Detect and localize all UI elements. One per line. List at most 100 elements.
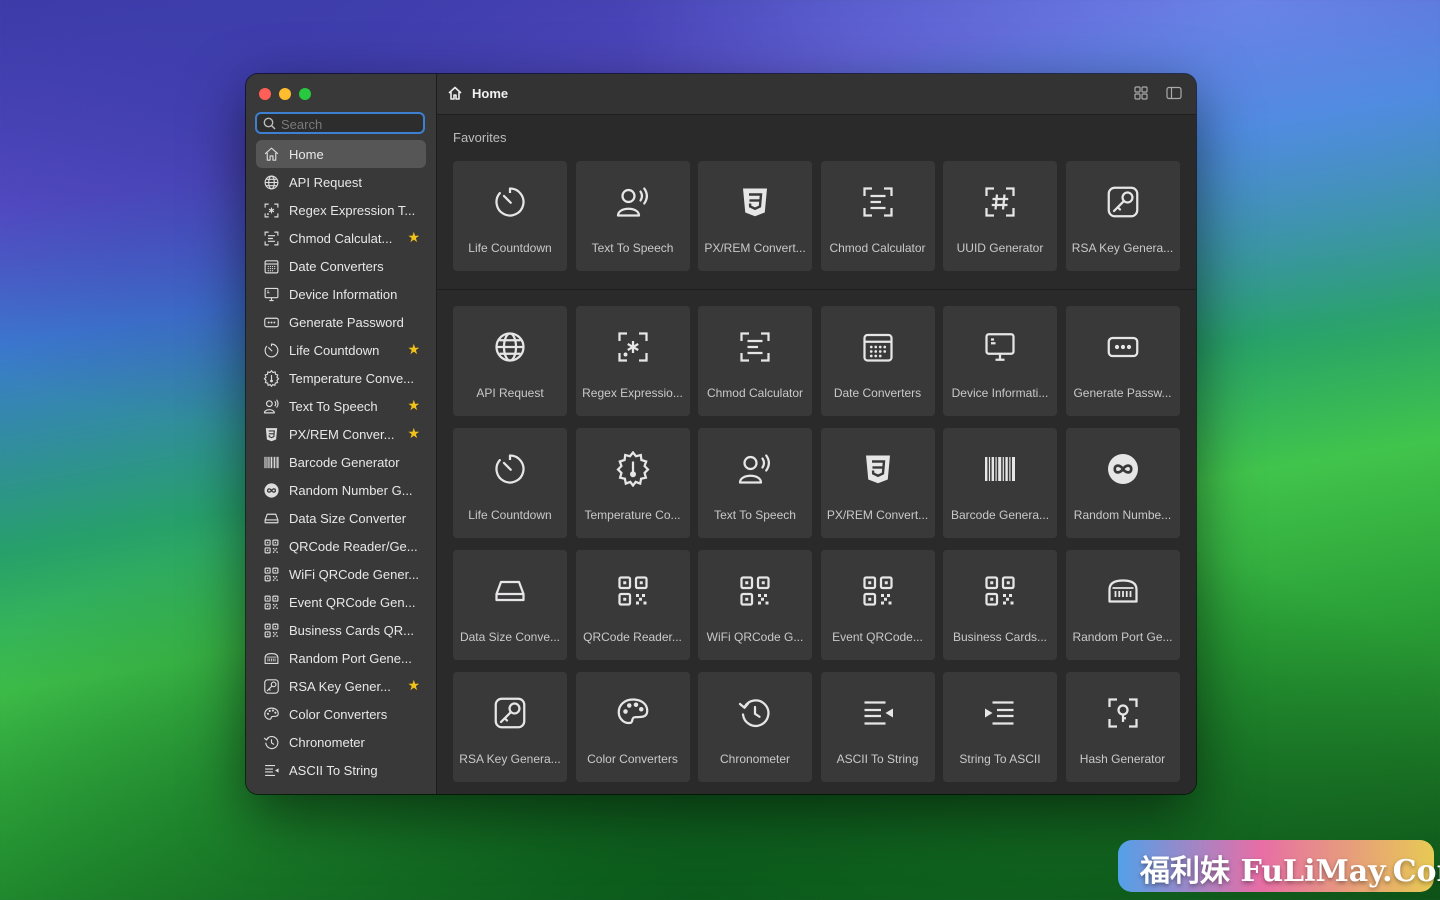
search-input[interactable] [281, 115, 421, 133]
sidebar-item-text-to-speech[interactable]: Text To Speech ★ [256, 392, 426, 420]
tool-card-label: QRCode Reader... [583, 630, 682, 644]
tool-card-event-qrcode[interactable]: Event QRCode... [820, 550, 935, 660]
tool-card-wifi-qrcode-g[interactable]: WiFi QRCode G... [698, 550, 812, 660]
tool-card-label: API Request [476, 386, 544, 400]
grid-view-button[interactable] [1134, 86, 1148, 105]
sidebar-item-temperature-conve[interactable]: Temperature Conve... [256, 364, 426, 392]
sidebar-item-label: Life Countdown [289, 342, 380, 358]
sidebar-item-barcode-generator[interactable]: Barcode Generator [256, 448, 426, 476]
tool-card-rsa-key-genera[interactable]: RSA Key Genera... [1065, 161, 1180, 271]
tool-card-px-rem-convert[interactable]: PX/REM Convert... [698, 161, 812, 271]
favorite-star-icon[interactable]: ★ [407, 229, 420, 246]
sidebar-item-business-cards-qr[interactable]: Business Cards QR... [256, 616, 426, 644]
section-divider [437, 289, 1196, 290]
sidebar-item-random-number-g[interactable]: Random Number G... [256, 476, 426, 504]
sidebar-item-label: Home [289, 146, 324, 162]
tool-card-chronometer[interactable]: Chronometer [698, 672, 812, 782]
favorite-star-icon[interactable]: ★ [407, 341, 420, 358]
sidebar-item-api-request[interactable]: API Request [256, 168, 426, 196]
sidebar-item-px-rem-conver[interactable]: PX/REM Conver... ★ [256, 420, 426, 448]
qrcode-icon [262, 537, 280, 555]
chmod-icon [262, 229, 280, 247]
sidebar-item-chmod-calculat[interactable]: Chmod Calculat... ★ [256, 224, 426, 252]
tool-card-date-converters[interactable]: Date Converters [820, 306, 935, 416]
sidebar-item-label: Regex Expression T... [289, 202, 416, 218]
tool-card-regex-expressio[interactable]: Regex Expressio... [575, 306, 690, 416]
tool-card-label: Generate Passw... [1073, 386, 1172, 400]
favorite-star-icon[interactable]: ★ [407, 425, 420, 442]
search-field[interactable] [255, 112, 425, 134]
thermometer-icon [614, 450, 652, 488]
tool-card-random-numbe[interactable]: Random Numbe... [1065, 428, 1180, 538]
sidebar-item-label: PX/REM Conver... [289, 426, 395, 442]
zoom-window-button[interactable] [299, 88, 311, 100]
tool-card-label: Temperature Co... [584, 508, 681, 522]
search-icon [263, 117, 276, 130]
tool-card-life-countdown[interactable]: Life Countdown [453, 161, 567, 271]
sidebar-item-label: Event QRCode Gen... [289, 594, 416, 610]
favorite-star-icon[interactable]: ★ [407, 397, 420, 414]
tool-card-life-countdown[interactable]: Life Countdown [453, 428, 567, 538]
sidebar-item-generate-password[interactable]: Generate Password [256, 308, 426, 336]
tool-card-label: RSA Key Genera... [1071, 241, 1174, 255]
tool-card-chmod-calculator[interactable]: Chmod Calculator [698, 306, 812, 416]
globe-icon [262, 173, 280, 191]
tool-card-chmod-calculator[interactable]: Chmod Calculator [820, 161, 935, 271]
uuid-icon [981, 183, 1019, 221]
css3-icon [736, 183, 774, 221]
sidebar-item-date-converters[interactable]: Date Converters [256, 252, 426, 280]
sidebar-item-chronometer[interactable]: Chronometer [256, 728, 426, 756]
timer-icon [491, 450, 529, 488]
sidebar-item-label: Generate Password [289, 314, 404, 330]
sidebar-item-label: Date Converters [289, 258, 384, 274]
palette-icon [262, 705, 280, 723]
sidebar-item-home[interactable]: Home [256, 140, 426, 168]
tool-card-api-request[interactable]: API Request [453, 306, 567, 416]
minimize-window-button[interactable] [279, 88, 291, 100]
house-icon [262, 145, 280, 163]
toggle-sidebar-button[interactable] [1166, 86, 1182, 105]
tool-card-uuid-generator[interactable]: UUID Generator [943, 161, 1057, 271]
tool-card-color-converters[interactable]: Color Converters [575, 672, 690, 782]
password-icon [1104, 328, 1142, 366]
tool-card-generate-passw[interactable]: Generate Passw... [1065, 306, 1180, 416]
sidebar-item-wifi-qrcode-gener[interactable]: WiFi QRCode Gener... [256, 560, 426, 588]
sidebar-item-color-converters[interactable]: Color Converters [256, 700, 426, 728]
sidebar-item-rsa-key-gener[interactable]: RSA Key Gener... ★ [256, 672, 426, 700]
tool-card-business-cards[interactable]: Business Cards... [943, 550, 1057, 660]
sidebar-item-random-port-gene[interactable]: Random Port Gene... [256, 644, 426, 672]
tool-card-px-rem-convert[interactable]: PX/REM Convert... [820, 428, 935, 538]
sidebar-item-qrcode-reader-ge[interactable]: QRCode Reader/Ge... [256, 532, 426, 560]
sidebar-item-life-countdown[interactable]: Life Countdown ★ [256, 336, 426, 364]
close-window-button[interactable] [259, 88, 271, 100]
timer-icon [262, 341, 280, 359]
tool-card-hash-generator[interactable]: Hash Generator [1065, 672, 1180, 782]
sidebar-item-label: Random Number G... [289, 482, 413, 498]
tool-card-string-to-ascii[interactable]: String To ASCII [943, 672, 1057, 782]
tool-card-barcode-genera[interactable]: Barcode Genera... [943, 428, 1057, 538]
sidebar-item-ascii-to-string[interactable]: ASCII To String [256, 756, 426, 784]
favorite-star-icon[interactable]: ★ [407, 677, 420, 694]
timer-icon [491, 183, 529, 221]
sidebar-item-event-qrcode-gen[interactable]: Event QRCode Gen... [256, 588, 426, 616]
hash-key-icon [1104, 694, 1142, 732]
sidebar-item-regex-expression-t[interactable]: Regex Expression T... [256, 196, 426, 224]
tool-card-label: Life Countdown [468, 241, 552, 255]
lines-left-arrow-icon [859, 694, 897, 732]
tool-card-text-to-speech[interactable]: Text To Speech [575, 161, 690, 271]
key-icon [1104, 183, 1142, 221]
tool-card-label: Event QRCode... [832, 630, 923, 644]
tool-card-ascii-to-string[interactable]: ASCII To String [820, 672, 935, 782]
sidebar-item-data-size-converter[interactable]: Data Size Converter [256, 504, 426, 532]
tool-card-label: Barcode Genera... [950, 508, 1050, 522]
favorites-heading: Favorites [453, 130, 507, 145]
tool-card-qrcode-reader[interactable]: QRCode Reader... [575, 550, 690, 660]
tool-card-rsa-key-genera[interactable]: RSA Key Genera... [453, 672, 567, 782]
sidebar-item-device-information[interactable]: Device Information [256, 280, 426, 308]
tool-card-temperature-co[interactable]: Temperature Co... [575, 428, 690, 538]
tool-card-data-size-conve[interactable]: Data Size Conve... [453, 550, 567, 660]
tool-card-random-port-ge[interactable]: Random Port Ge... [1065, 550, 1180, 660]
watermark-text: 福利妹 FuLiMay.Com [1140, 854, 1440, 889]
tool-card-text-to-speech[interactable]: Text To Speech [698, 428, 812, 538]
tool-card-device-informati[interactable]: Device Informati... [943, 306, 1057, 416]
